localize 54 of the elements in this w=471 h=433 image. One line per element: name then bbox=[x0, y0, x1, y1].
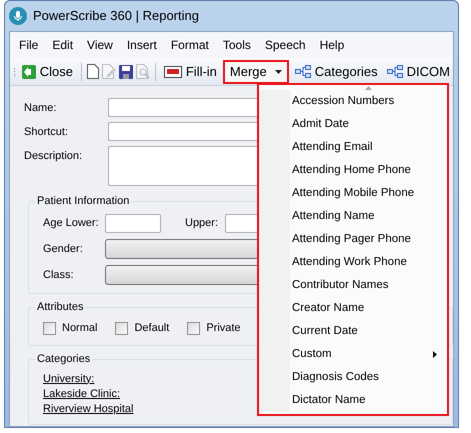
menu-item[interactable]: Accession Numbers bbox=[259, 90, 447, 113]
menu-item[interactable]: Format bbox=[164, 36, 216, 54]
menu-item[interactable]: Speech bbox=[258, 36, 313, 54]
tree-structure-icon bbox=[386, 65, 403, 78]
fill-in-field-icon bbox=[164, 66, 182, 78]
menu-item[interactable]: Attending Name bbox=[259, 205, 447, 228]
tree-structure-icon bbox=[294, 65, 311, 78]
categories-toolbar-button[interactable]: Categories bbox=[292, 60, 381, 82]
dropdown-caret-icon bbox=[274, 70, 282, 74]
categories-toolbar-button[interactable]: DICOM bbox=[384, 60, 453, 82]
menu-item[interactable]: Admit Date bbox=[259, 113, 447, 136]
save-icon[interactable] bbox=[119, 64, 134, 78]
menu-item[interactable]: Custom bbox=[259, 343, 447, 366]
menu-item[interactable]: Attending Mobile Phone bbox=[259, 182, 447, 205]
menu-item[interactable]: Help bbox=[312, 36, 352, 54]
category-link[interactable]: Lakeside Clinic: bbox=[43, 386, 120, 400]
field-label: Shortcut: bbox=[24, 125, 70, 140]
menu-item[interactable]: View bbox=[80, 36, 120, 54]
field-label: Age Lower: bbox=[43, 216, 100, 232]
menu-item[interactable]: Attending Work Phone bbox=[259, 251, 447, 274]
menu-item[interactable]: Current Date bbox=[259, 320, 447, 343]
window-title: PowerScribe 360 | Reporting bbox=[33, 7, 199, 26]
menu-item[interactable]: Edit bbox=[45, 36, 80, 54]
menu-item[interactable]: File bbox=[12, 36, 46, 54]
text-field[interactable] bbox=[105, 214, 161, 233]
menu-item[interactable]: Dictator Name bbox=[259, 389, 447, 412]
new-document-icon[interactable] bbox=[86, 64, 99, 79]
checkbox-label: Normal bbox=[62, 321, 98, 336]
menu-item[interactable]: Contributor Names bbox=[259, 274, 447, 297]
checkbox-label: Default bbox=[134, 321, 170, 336]
menu-item[interactable]: Creator Name bbox=[259, 297, 447, 320]
checkbox[interactable] bbox=[187, 322, 200, 335]
menu-item[interactable]: Insert bbox=[120, 36, 164, 54]
category-link[interactable]: University: bbox=[43, 372, 94, 386]
menu-item[interactable]: Tools bbox=[216, 36, 258, 54]
field-label: Description: bbox=[24, 149, 84, 164]
checkbox[interactable] bbox=[43, 322, 56, 335]
field-label: Gender: bbox=[43, 242, 84, 257]
menu-item[interactable]: Attending Email bbox=[259, 136, 447, 159]
field-label: Class: bbox=[43, 268, 75, 283]
category-link[interactable]: Riverview Hospital bbox=[43, 402, 134, 416]
field-label: Upper: bbox=[185, 216, 220, 232]
menu-item[interactable]: Attending Home Phone bbox=[259, 159, 447, 182]
menu-item[interactable]: Diagnosis Codes bbox=[259, 366, 447, 389]
group-title: Categories bbox=[35, 352, 92, 366]
microphone-app-icon bbox=[9, 7, 27, 25]
checkbox-label: Private bbox=[206, 321, 241, 336]
field-label: Name: bbox=[24, 101, 58, 116]
checkbox[interactable] bbox=[115, 322, 128, 335]
menu-item[interactable]: Attending Pager Phone bbox=[259, 228, 447, 251]
close-toolbar-button[interactable]: Close bbox=[18, 60, 76, 82]
merge-dropdown-button[interactable]: Merge bbox=[222, 60, 289, 84]
submenu-arrow-icon bbox=[433, 351, 437, 358]
fillin-toolbar-button[interactable]: Fill-in bbox=[160, 60, 220, 82]
